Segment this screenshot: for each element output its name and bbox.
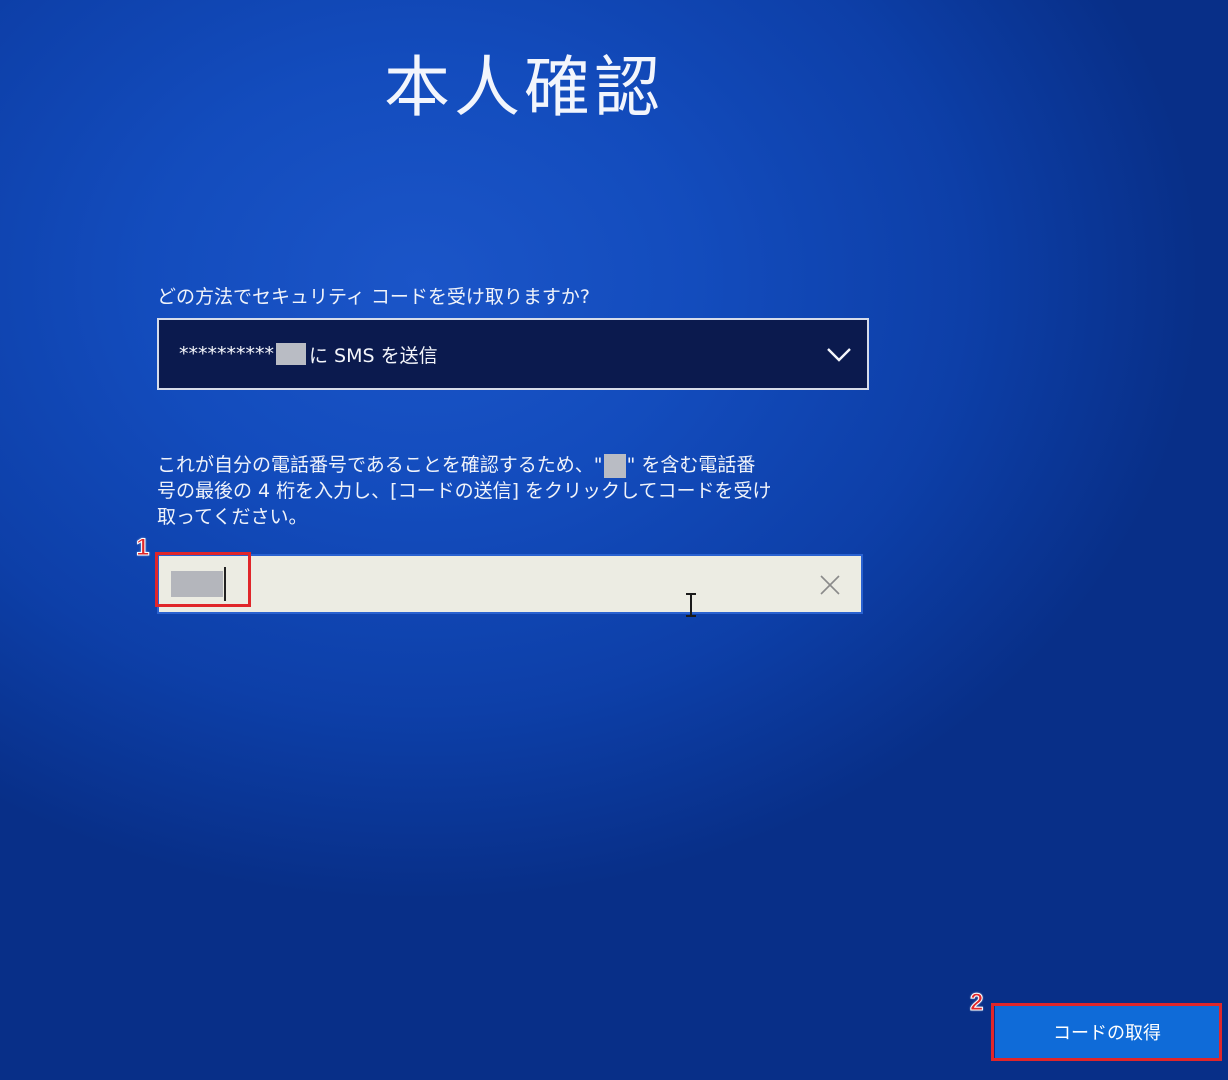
method-select-value: ********** に SMS を送信 (179, 341, 438, 368)
masked-phone-prefix: ********** (179, 343, 274, 365)
method-question: どの方法でセキュリティ コードを受け取りますか? (157, 286, 590, 308)
masked-phone-redaction (276, 343, 306, 365)
instruction-text: これが自分の電話番号であることを確認するため、" " を含む電話番 号の最後の 4… (157, 452, 872, 530)
phone-digits-input[interactable] (157, 554, 863, 614)
phone-digits-redaction (603, 453, 626, 478)
step-1-label: 1 (135, 534, 150, 561)
text-cursor-icon (686, 593, 696, 617)
get-code-button[interactable]: コードの取得 (995, 1006, 1219, 1058)
instruction-line-2: 号の最後の 4 桁を入力し、[コードの送信] をクリックしてコードを受け (157, 480, 772, 502)
text-caret (224, 567, 226, 601)
instruction-line-1: これが自分の電話番号であることを確認するため、" " を含む電話番 (157, 452, 872, 478)
step-2-label: 2 (969, 989, 984, 1016)
page-title: 本人確認 (384, 49, 664, 126)
instruction-line-1-end: " を含む電話番 (626, 454, 756, 476)
instruction-line-3: 取ってください。 (157, 506, 308, 528)
phone-digits-value-redaction (171, 571, 223, 597)
method-select[interactable]: ********** に SMS を送信 (157, 318, 869, 390)
chevron-down-icon[interactable] (825, 340, 853, 368)
close-icon[interactable] (819, 574, 841, 596)
method-select-suffix: に SMS を送信 (309, 344, 438, 367)
instruction-line-1-start: これが自分の電話番号であることを確認するため、" (157, 454, 603, 476)
